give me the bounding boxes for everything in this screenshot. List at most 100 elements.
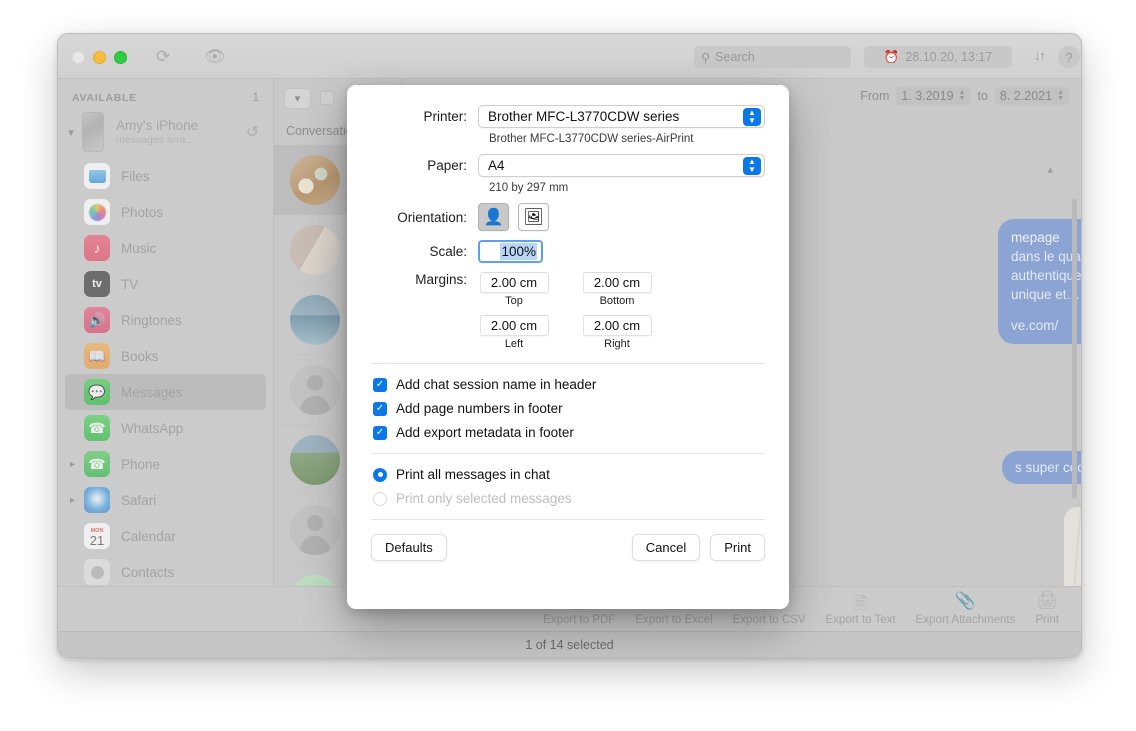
- sidebar-item-label: Phone: [121, 457, 160, 472]
- paper-row: Paper: A4 ▲▼: [371, 154, 765, 177]
- orientation-label: Orientation:: [371, 210, 478, 225]
- sidebar-item-whatsapp[interactable]: ☎ WhatsApp: [58, 410, 273, 446]
- landscape-orientation-button[interactable]: 🖼: [518, 203, 549, 231]
- sidebar-item-music[interactable]: ♪ Music: [58, 230, 273, 266]
- print-confirm-button[interactable]: Print: [710, 534, 765, 561]
- margin-left-group: 2.00 cm Left: [478, 315, 550, 350]
- printer-row: Printer: Brother MFC-L3770CDW series ▲▼: [371, 105, 765, 128]
- sidebar-item-ringtones[interactable]: 🔊 Ringtones: [58, 302, 273, 338]
- divider: [371, 363, 765, 364]
- radio-label: Print all messages in chat: [396, 467, 550, 482]
- checkbox-label: Add chat session name in header: [396, 377, 596, 392]
- chevron-right-icon[interactable]: ▸: [70, 495, 75, 506]
- radio-selected-icon: [373, 468, 387, 482]
- defaults-button[interactable]: Defaults: [371, 534, 447, 561]
- to-label: to: [977, 89, 987, 103]
- margin-top-input[interactable]: 2.00 cm: [480, 272, 549, 293]
- messages-scrollbar[interactable]: [1072, 199, 1077, 499]
- message-bubble-link[interactable]: mepage dans le quartier des Eaux-Vives, …: [998, 219, 1082, 344]
- history-icon[interactable]: ↺: [246, 122, 263, 142]
- iphone-icon: [82, 112, 104, 152]
- export-label: Export to Text: [826, 614, 896, 626]
- print-dialog: Printer: Brother MFC-L3770CDW series ▲▼ …: [347, 85, 789, 609]
- divider: [371, 453, 765, 454]
- device-row[interactable]: ▾ Amy's iPhone messages arra... ↺: [58, 110, 273, 158]
- chevron-down-icon[interactable]: ▾: [284, 88, 311, 109]
- phone-icon: ☎: [84, 451, 110, 477]
- export-label: Export to PDF: [543, 614, 615, 626]
- select-all-checkbox[interactable]: [320, 91, 334, 105]
- sidebar-item-contacts[interactable]: Contacts: [58, 554, 273, 590]
- from-date-stepper[interactable]: ▲▼: [959, 90, 966, 102]
- avatar: [290, 365, 340, 415]
- checkbox-export-metadata[interactable]: ✓ Add export metadata in footer: [371, 425, 765, 440]
- margin-right-input[interactable]: 2.00 cm: [583, 315, 652, 336]
- checkbox-label: Add page numbers in footer: [396, 401, 563, 416]
- safari-icon: [84, 487, 110, 513]
- sidebar-item-files[interactable]: Files: [58, 158, 273, 194]
- sidebar-item-calendar[interactable]: MON 21 Calendar: [58, 518, 273, 554]
- toolbar-search-input[interactable]: ⚲ Search: [694, 46, 851, 68]
- margin-left-input[interactable]: 2.00 cm: [480, 315, 549, 336]
- sidebar-item-phone[interactable]: ▸ ☎ Phone: [58, 446, 273, 482]
- radio-print-all[interactable]: Print all messages in chat: [371, 467, 765, 482]
- print-button[interactable]: 🖨 Print: [1025, 591, 1069, 631]
- message-bubble-text[interactable]: s super cool Brunch place last weekend 🥮: [1002, 451, 1082, 484]
- backup-date-selector[interactable]: ⏰ 28.10.20, 13:17: [864, 46, 1012, 68]
- eye-icon[interactable]: 👁: [204, 47, 226, 66]
- to-date-stepper[interactable]: ▲▼: [1057, 90, 1064, 102]
- dialog-actions: Cancel Print: [632, 534, 765, 561]
- sidebar-item-messages[interactable]: 💬 Messages: [65, 374, 266, 410]
- checkbox-page-numbers[interactable]: ✓ Add page numbers in footer: [371, 401, 765, 416]
- orientation-buttons: 👤 🖼: [478, 203, 549, 231]
- margin-bottom-input[interactable]: 2.00 cm: [583, 272, 652, 293]
- margin-right-caption: Right: [604, 338, 630, 350]
- to-date-field[interactable]: 8. 2.2021 ▲▼: [995, 87, 1069, 105]
- portrait-orientation-button[interactable]: 👤: [478, 203, 509, 231]
- chevron-up-icon[interactable]: ▴: [1047, 163, 1053, 176]
- tv-icon: tv: [84, 271, 110, 297]
- music-icon: ♪: [84, 235, 110, 261]
- printer-value: Brother MFC-L3770CDW series: [488, 109, 679, 124]
- device-name: Amy's iPhone: [116, 118, 242, 133]
- margin-right-group: 2.00 cm Right: [581, 315, 653, 350]
- search-icon: ⚲: [701, 50, 710, 65]
- portrait-icon: 👤: [484, 207, 504, 227]
- history-icon: ⏰: [884, 50, 900, 65]
- margin-left-caption: Left: [505, 338, 523, 350]
- sidebar-item-photos[interactable]: Photos: [58, 194, 273, 230]
- chevron-right-icon[interactable]: ▸: [70, 459, 75, 470]
- sidebar-item-label: Photos: [121, 205, 163, 220]
- sort-icon[interactable]: ↓↑: [1034, 48, 1045, 63]
- export-attachments-button[interactable]: 📎 Export Attachments: [906, 591, 1026, 631]
- export-label: Print: [1035, 614, 1059, 626]
- sidebar-item-books[interactable]: 📖 Books: [58, 338, 273, 374]
- paper-select[interactable]: A4 ▲▼: [478, 154, 765, 177]
- from-date-value: 1. 3.2019: [901, 89, 953, 103]
- radio-label: Print only selected messages: [396, 491, 572, 506]
- close-button[interactable]: [72, 51, 85, 64]
- paper-label: Paper:: [371, 158, 478, 173]
- sidebar-item-label: TV: [121, 277, 138, 292]
- sidebar-item-safari[interactable]: ▸ Safari: [58, 482, 273, 518]
- cancel-button[interactable]: Cancel: [632, 534, 700, 561]
- margins-row: Margins: 2.00 cm Top 2.00 cm Bottom 2.00: [371, 272, 765, 350]
- from-date-field[interactable]: 1. 3.2019 ▲▼: [896, 87, 970, 105]
- printer-select[interactable]: Brother MFC-L3770CDW series ▲▼: [478, 105, 765, 128]
- paper-value: A4: [488, 158, 505, 173]
- maximize-button[interactable]: [114, 51, 127, 64]
- checkbox-header-name[interactable]: ✓ Add chat session name in header: [371, 377, 765, 392]
- printer-note: Brother MFC-L3770CDW series-AirPrint: [371, 130, 765, 154]
- sidebar-item-tv[interactable]: tv TV: [58, 266, 273, 302]
- chevron-down-icon[interactable]: ▾: [64, 126, 78, 139]
- help-button[interactable]: ?: [1058, 46, 1080, 68]
- refresh-icon[interactable]: ⟳: [156, 47, 170, 66]
- minimize-button[interactable]: [93, 51, 106, 64]
- scale-input[interactable]: 100%: [478, 240, 543, 263]
- orientation-row: Orientation: 👤 🖼: [371, 203, 765, 231]
- export-to-text-button[interactable]: 🗎 Export to Text: [816, 591, 906, 631]
- sidebar-item-label: Contacts: [121, 565, 174, 580]
- sidebar-header: AVAILABLE 1: [58, 79, 273, 110]
- export-label: Export to CSV: [733, 614, 806, 626]
- to-date-value: 8. 2.2021: [1000, 89, 1052, 103]
